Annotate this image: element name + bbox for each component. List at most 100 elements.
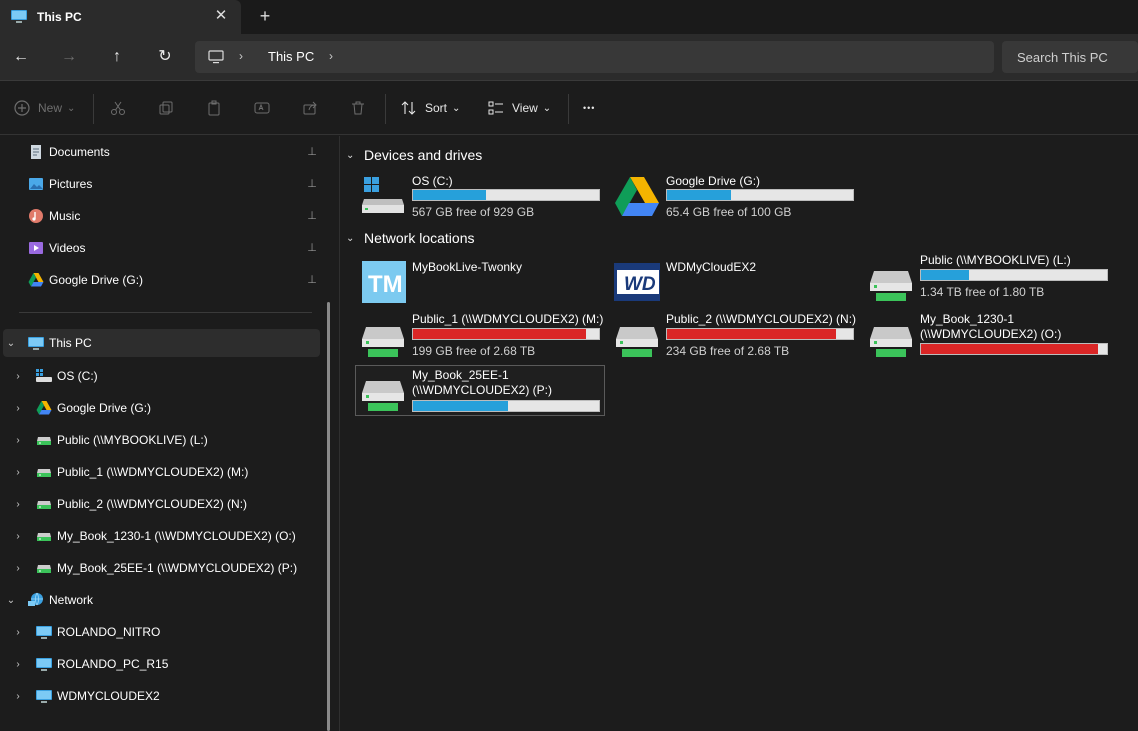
- search-input[interactable]: Search This PC: [1002, 41, 1138, 73]
- divider: [568, 94, 569, 124]
- network-tile-drive-n[interactable]: Public_2 (\\WDMYCLOUDEX2) (N:) 234 GB fr…: [610, 310, 860, 360]
- storage-bar: [412, 189, 600, 201]
- network-tile-wdmycloudex2[interactable]: WD WDMyCloudEX2: [610, 254, 860, 304]
- videos-icon: [29, 242, 43, 254]
- sidebar-item-drive-o[interactable]: › My_Book_1230-1 (\\WDMYCLOUDEX2) (O:): [0, 522, 320, 550]
- clipboard-icon: [208, 100, 220, 116]
- delete-button[interactable]: [350, 98, 366, 118]
- chevron-down-icon: ⌄: [346, 149, 355, 161]
- sidebar-item-drive-p[interactable]: › My_Book_25EE-1 (\\WDMYCLOUDEX2) (P:): [0, 554, 320, 582]
- pin-icon[interactable]: ⊥: [306, 210, 318, 222]
- more-options-button[interactable]: •••: [583, 98, 595, 118]
- storage-bar-fill: [413, 190, 486, 200]
- network-tile-drive-l[interactable]: Public (\\MYBOOKLIVE) (L:) 1.34 TB free …: [864, 253, 1114, 304]
- chevron-down-icon: ⌄: [542, 102, 552, 114]
- new-tab-button[interactable]: +: [255, 6, 275, 26]
- sidebar-item-drive-m[interactable]: › Public_1 (\\WDMYCLOUDEX2) (M:): [0, 458, 320, 486]
- chevron-down-icon[interactable]: ⌄: [5, 595, 17, 606]
- share-icon: [303, 101, 317, 115]
- tab-this-pc[interactable]: This PC ✕: [0, 0, 241, 34]
- chevron-right-icon[interactable]: ›: [12, 371, 24, 382]
- sidebar-item-label: Videos: [49, 241, 86, 255]
- chevron-right-icon[interactable]: ›: [12, 499, 24, 510]
- chevron-right-icon[interactable]: ›: [12, 563, 24, 574]
- chevron-right-icon[interactable]: ›: [12, 691, 24, 702]
- windows-drive-icon: [36, 369, 52, 382]
- refresh-button[interactable]: ↻: [154, 46, 176, 68]
- search-placeholder: Search This PC: [1017, 50, 1108, 65]
- chevron-down-icon: ⌄: [67, 102, 76, 114]
- pin-icon[interactable]: ⊥: [306, 146, 318, 158]
- rename-button[interactable]: [254, 98, 270, 118]
- music-icon: [29, 209, 43, 223]
- share-button[interactable]: [302, 98, 318, 118]
- network-icon: [28, 592, 43, 606]
- network-tile-drive-p[interactable]: My_Book_25EE-1 (\\WDMYCLOUDEX2) (P:): [355, 365, 605, 416]
- paste-button[interactable]: [206, 98, 222, 118]
- close-tab-icon[interactable]: ✕: [212, 7, 230, 25]
- storage-bar-fill: [921, 344, 1098, 354]
- network-drive-icon: [362, 327, 404, 357]
- section-title: Network locations: [364, 230, 475, 246]
- breadcrumb-chevron-icon[interactable]: ›: [239, 49, 243, 63]
- sidebar-item-wdmycloudex2[interactable]: › WDMYCLOUDEX2: [0, 682, 320, 710]
- network-drive-icon: [37, 437, 51, 445]
- up-button[interactable]: ↑: [106, 46, 128, 68]
- pin-icon[interactable]: ⊥: [306, 242, 318, 254]
- new-button[interactable]: New ⌄: [14, 98, 75, 118]
- sidebar-item-pictures[interactable]: Pictures ⊥: [0, 170, 320, 198]
- network-drive-icon: [37, 501, 51, 509]
- sidebar-item-drive-g[interactable]: › Google Drive (G:): [0, 394, 320, 422]
- network-tile-drive-m[interactable]: Public_1 (\\WDMYCLOUDEX2) (M:) 199 GB fr…: [356, 310, 606, 360]
- sidebar-item-videos[interactable]: Videos ⊥: [0, 234, 320, 262]
- sidebar-item-drive-c[interactable]: › OS (C:): [0, 362, 320, 390]
- sidebar-item-label: My_Book_1230-1 (\\WDMYCLOUDEX2) (O:): [57, 529, 296, 543]
- sidebar-item-label: ROLANDO_NITRO: [57, 625, 161, 639]
- sidebar-item-google-drive[interactable]: Google Drive (G:) ⊥: [0, 266, 320, 294]
- network-drive-icon: [870, 327, 912, 357]
- breadcrumb-chevron-icon[interactable]: ›: [329, 49, 333, 63]
- section-network-locations[interactable]: ⌄ Network locations: [346, 228, 475, 248]
- sidebar-item-drive-n[interactable]: › Public_2 (\\WDMYCLOUDEX2) (N:): [0, 490, 320, 518]
- chevron-right-icon[interactable]: ›: [12, 403, 24, 414]
- storage-bar: [412, 400, 600, 412]
- section-devices-and-drives[interactable]: ⌄ Devices and drives: [346, 145, 482, 165]
- pin-icon[interactable]: ⊥: [306, 274, 318, 286]
- sidebar-item-music[interactable]: Music ⊥: [0, 202, 320, 230]
- copy-icon: [159, 101, 173, 115]
- cut-button[interactable]: [110, 98, 126, 118]
- chevron-right-icon[interactable]: ›: [12, 627, 24, 638]
- drive-tile-c[interactable]: OS (C:) 567 GB free of 929 GB: [356, 168, 606, 219]
- drive-tile-g[interactable]: Google Drive (G:) 65.4 GB free of 100 GB: [610, 168, 860, 219]
- sidebar-item-network[interactable]: ⌄ Network: [0, 586, 320, 614]
- forward-button[interactable]: →: [58, 46, 80, 68]
- chevron-right-icon[interactable]: ›: [12, 659, 24, 670]
- chevron-right-icon[interactable]: ›: [12, 531, 24, 542]
- network-tile-mybooklive-twonky[interactable]: TM MyBookLive-Twonky: [356, 254, 606, 304]
- copy-button[interactable]: [158, 98, 174, 118]
- sort-button[interactable]: Sort ⌄: [401, 98, 460, 118]
- breadcrumb-this-pc[interactable]: This PC: [268, 49, 314, 64]
- sidebar-item-label: My_Book_25EE-1 (\\WDMYCLOUDEX2) (P:): [57, 561, 298, 575]
- back-button[interactable]: ←: [10, 46, 32, 68]
- sidebar-item-drive-l[interactable]: › Public (\\MYBOOKLIVE) (L:): [0, 426, 320, 454]
- chevron-right-icon[interactable]: ›: [12, 435, 24, 446]
- view-icon: [488, 101, 503, 115]
- sidebar-item-this-pc[interactable]: ⌄ This PC: [3, 329, 320, 357]
- twonky-icon: TM: [362, 261, 406, 303]
- free-space-text: 199 GB free of 2.68 TB: [412, 344, 536, 358]
- sidebar-item-rolando-pc-r15[interactable]: › ROLANDO_PC_R15: [0, 650, 320, 678]
- chevron-down-icon[interactable]: ⌄: [5, 338, 17, 349]
- chevron-right-icon[interactable]: ›: [12, 467, 24, 478]
- drive-name: OS (C:): [412, 174, 453, 188]
- network-drive-icon: [616, 327, 658, 357]
- address-bar[interactable]: › This PC ›: [195, 41, 994, 73]
- view-button[interactable]: View ⌄: [488, 98, 551, 118]
- network-tile-drive-o[interactable]: My_Book_1230-1 (\\WDMYCLOUDEX2) (O:): [864, 310, 1114, 360]
- sidebar-scrollbar[interactable]: [327, 302, 330, 731]
- storage-bar: [412, 328, 600, 340]
- pin-icon[interactable]: ⊥: [306, 178, 318, 190]
- sidebar-item-documents[interactable]: Documents ⊥: [0, 138, 320, 166]
- rename-icon: [254, 102, 270, 114]
- sidebar-item-rolando-nitro[interactable]: › ROLANDO_NITRO: [0, 618, 320, 646]
